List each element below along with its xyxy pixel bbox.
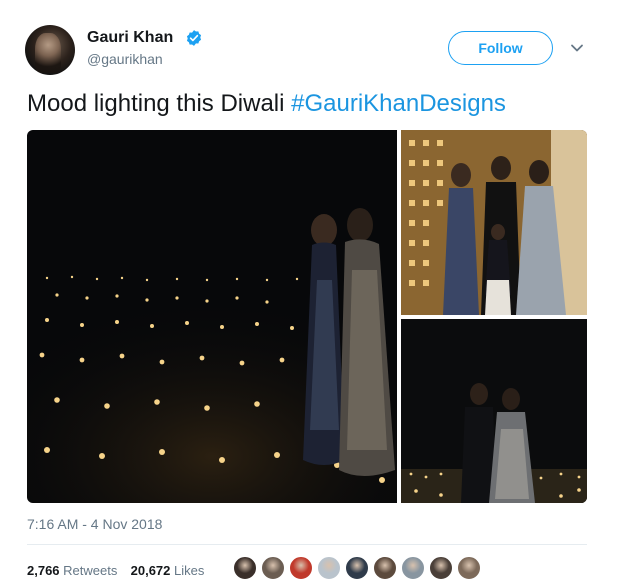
media-grid: [27, 130, 587, 503]
likes-count[interactable]: 20,672: [131, 563, 171, 578]
photo-family-doorway[interactable]: [401, 130, 587, 315]
tweet-stats: 2,766 Retweets 20,672 Likes: [27, 563, 204, 578]
tweet-text: Mood lighting this Diwali #GauriKhanDesi…: [27, 90, 506, 118]
retweets-count[interactable]: 2,766: [27, 563, 60, 578]
liker-avatar[interactable]: [401, 556, 425, 580]
liker-avatar[interactable]: [373, 556, 397, 580]
hashtag-link[interactable]: #GauriKhanDesigns: [291, 90, 506, 117]
author-avatar[interactable]: [25, 25, 75, 75]
liker-avatar[interactable]: [317, 556, 341, 580]
divider: [27, 544, 587, 545]
liker-avatar[interactable]: [457, 556, 481, 580]
photo-candles-main[interactable]: [27, 130, 397, 503]
verified-badge-icon: [186, 30, 202, 46]
chevron-down-icon[interactable]: [570, 43, 584, 53]
follow-button[interactable]: Follow: [448, 31, 553, 65]
tweet-body: Mood lighting this Diwali: [27, 90, 292, 117]
likes-label[interactable]: Likes: [174, 563, 204, 578]
liker-avatar[interactable]: [261, 556, 285, 580]
liker-avatar[interactable]: [429, 556, 453, 580]
tweet-card: Gauri Khan @gaurikhan Follow Mood lighti…: [0, 0, 626, 588]
author-handle[interactable]: @gaurikhan: [87, 51, 163, 67]
retweets-label[interactable]: Retweets: [63, 563, 117, 578]
liker-avatar[interactable]: [233, 556, 257, 580]
author-name[interactable]: Gauri Khan: [87, 29, 173, 47]
photo-couple-candles[interactable]: [401, 319, 587, 503]
liker-avatar[interactable]: [289, 556, 313, 580]
liker-avatar[interactable]: [345, 556, 369, 580]
tweet-timestamp[interactable]: 7:16 AM - 4 Nov 2018: [27, 516, 162, 532]
